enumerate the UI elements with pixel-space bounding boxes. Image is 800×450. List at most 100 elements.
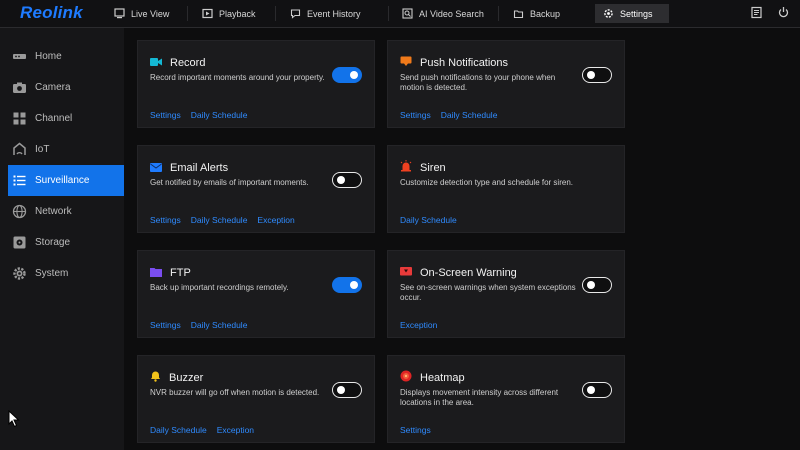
record-card: Record Record important moments around y… [137,40,375,128]
card-description: Send push notifications to your phone wh… [400,73,556,92]
card-description: See on-screen warnings when system excep… [400,283,576,302]
sidebar-item-label: Channel [35,113,73,124]
sidebar-item-label: Surveillance [35,175,90,186]
sidebar-item-label: IoT [35,144,50,155]
sidebar-item-label: System [35,268,69,279]
daily-schedule-link[interactable]: Daily Schedule [191,215,248,225]
daily-schedule-link[interactable]: Daily Schedule [150,425,207,435]
push-notifications-card: Push Notifications Send push notificatio… [387,40,625,128]
daily-schedule-link[interactable]: Daily Schedule [400,215,457,225]
channel-grid-icon [12,111,27,126]
settings-link[interactable]: Settings [400,110,431,120]
sidebar-item-label: Network [35,206,72,217]
card-title: Buzzer [169,372,204,384]
tab-backup[interactable]: Backup [513,0,560,27]
tab-settings[interactable]: Settings [595,4,669,23]
ai-search-icon [402,8,413,19]
email-icon [150,159,162,177]
card-title: Email Alerts [170,162,229,174]
toggle-knob [350,281,358,289]
settings-link[interactable]: Settings [150,320,181,330]
buzzer-card: Buzzer NVR buzzer will go off when motio… [137,355,375,443]
divider [388,6,389,21]
sidebar-item-surveillance[interactable]: Surveillance [8,165,125,196]
siren-icon [400,159,412,177]
gear-icon [603,8,614,19]
exception-link[interactable]: Exception [217,425,254,435]
card-title: Heatmap [420,372,465,384]
settings-link[interactable]: Settings [150,215,181,225]
card-description: NVR buzzer will go off when motion is de… [150,388,320,397]
tab-event-history[interactable]: Event History [290,0,361,27]
daily-schedule-link[interactable]: Daily Schedule [191,110,248,120]
push-notification-icon [400,54,412,72]
bell-icon [150,369,161,387]
push-notifications-toggle[interactable] [582,67,612,83]
sidebar-item-iot[interactable]: IoT [8,134,125,165]
daily-schedule-link[interactable]: Daily Schedule [441,110,498,120]
siren-card: Siren Customize detection type and sched… [387,145,625,233]
tab-live-view[interactable]: Live View [114,0,169,27]
card-title: Record [170,57,206,69]
card-description: Record important moments around your pro… [150,73,325,82]
tab-label: Playback [219,8,256,19]
divider [498,6,499,21]
iot-icon [12,142,27,157]
heatmap-icon [400,369,412,387]
card-description: Displays movement intensity across diffe… [400,388,559,407]
screen-warning-icon [400,264,412,282]
storage-icon [12,235,27,250]
card-description: Customize detection type and schedule fo… [400,178,573,187]
sidebar-item-storage[interactable]: Storage [8,227,125,258]
card-title: Siren [420,162,446,174]
tab-label: Backup [530,8,561,19]
top-right-actions [750,6,790,24]
email-alerts-card: Email Alerts Get notified by emails of i… [137,145,375,233]
on-screen-warning-card: On-Screen Warning See on-screen warnings… [387,250,625,338]
notes-icon[interactable] [750,6,763,24]
monitor-icon [114,8,125,19]
ftp-card: FTP Back up important recordings remotel… [137,250,375,338]
ftp-toggle[interactable] [332,277,362,293]
toggle-knob [587,280,595,289]
settings-link[interactable]: Settings [400,425,431,435]
power-icon[interactable] [777,6,790,24]
toggle-knob [337,385,345,394]
heatmap-toggle[interactable] [582,382,612,398]
home-device-icon [12,49,27,64]
card-description: Back up important recordings remotely. [150,283,289,292]
globe-icon [12,204,27,219]
daily-schedule-link[interactable]: Daily Schedule [191,320,248,330]
tab-playback[interactable]: Playback [202,0,256,27]
settings-link[interactable]: Settings [150,110,181,120]
card-title: FTP [170,267,191,279]
tab-label: Live View [131,8,170,19]
sidebar: Home Camera Channel IoT Surveillance Net… [0,28,125,450]
list-icon [12,173,27,188]
sidebar-item-home[interactable]: Home [8,41,125,72]
event-history-icon [290,8,301,19]
card-title: Push Notifications [420,57,509,69]
card-description: Get notified by emails of important mome… [150,178,309,187]
backup-icon [513,8,524,19]
sidebar-item-network[interactable]: Network [8,196,125,227]
exception-link[interactable]: Exception [257,215,294,225]
gear-icon [12,266,27,281]
sidebar-item-label: Home [35,51,62,62]
camera-icon [12,80,27,95]
tab-ai-video-search[interactable]: AI Video Search [402,0,484,27]
record-toggle[interactable] [332,67,362,83]
toggle-knob [587,70,595,79]
exception-link[interactable]: Exception [400,320,437,330]
mouse-cursor-icon [8,409,20,433]
sidebar-item-label: Camera [35,82,71,93]
heatmap-card: Heatmap Displays movement intensity acro… [387,355,625,443]
buzzer-toggle[interactable] [332,382,362,398]
sidebar-item-system[interactable]: System [8,258,125,289]
email-alerts-toggle[interactable] [332,172,362,188]
on-screen-warning-toggle[interactable] [582,277,612,293]
divider [275,6,276,21]
sidebar-item-camera[interactable]: Camera [8,72,125,103]
toggle-knob [587,385,595,394]
sidebar-item-channel[interactable]: Channel [8,103,125,134]
